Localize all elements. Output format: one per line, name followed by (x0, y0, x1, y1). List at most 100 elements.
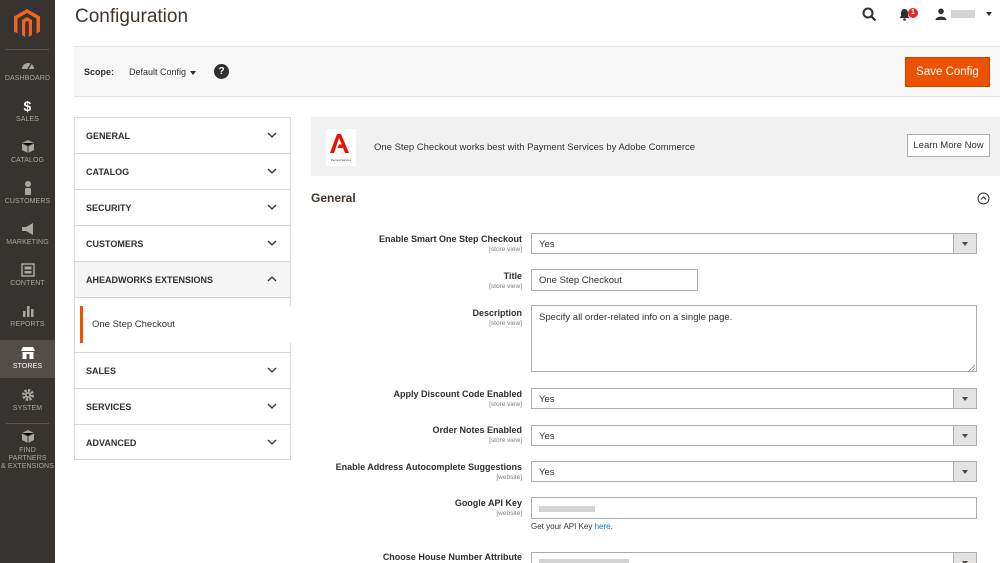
nav-catalog[interactable]: CATALOG (0, 139, 55, 171)
collapse-icon[interactable] (977, 192, 990, 205)
config-tabs: GENERAL CATALOG SECURITY CUSTOMERS AHEAD… (74, 117, 291, 460)
nav-label: STORES (12, 363, 43, 370)
chevron-up-icon (267, 276, 277, 282)
search-icon[interactable] (862, 7, 877, 22)
note-text: Get your API Key (531, 522, 593, 531)
chevron-down-icon (267, 403, 277, 409)
discount-code-select[interactable]: Yes (531, 388, 977, 409)
nav-customers[interactable]: CUSTOMERS (0, 180, 55, 212)
scope-switcher[interactable]: Default Config (129, 67, 186, 77)
dollar-icon: $ (23, 98, 32, 114)
nav-label-second-line: & EXTENSIONS (1, 463, 54, 470)
nav-marketing[interactable]: MARKETING (0, 221, 55, 253)
save-config-button[interactable]: Save Config (905, 57, 990, 87)
nav-label: DASHBOARD (4, 75, 51, 82)
nav-label: MARKETING (6, 239, 49, 246)
tab-advanced[interactable]: ADVANCED (74, 424, 291, 460)
section-title[interactable]: General (311, 191, 356, 205)
admin-sidebar: DASHBOARD $ SALES CATALOG CUSTOMERS MARK… (0, 0, 55, 563)
nav-dashboard[interactable]: DASHBOARD (0, 57, 55, 89)
field-label: Enable Smart One Step Checkout (378, 234, 522, 244)
tab-general[interactable]: GENERAL (74, 117, 291, 153)
tab-label: SERVICES (86, 402, 132, 412)
description-textarea[interactable]: Specify all order-related info on a sing… (531, 305, 977, 372)
page-actions-bar: Scope: Default Config ? Save Config (74, 46, 1000, 97)
chevron-down-icon (953, 389, 976, 408)
payment-services-banner: Payment Services One Step Checkout works… (311, 117, 1000, 176)
nav-reports[interactable]: REPORTS (0, 303, 55, 335)
tab-label: CUSTOMERS (86, 239, 144, 249)
google-api-key-input[interactable] (531, 497, 977, 519)
tab-label: CATALOG (86, 167, 130, 177)
cube-icon (21, 140, 34, 153)
notification-badge[interactable]: 1 (908, 8, 918, 18)
person-icon (24, 181, 31, 195)
chevron-down-icon[interactable] (986, 12, 992, 17)
banner-text: One Step Checkout works best with Paymen… (374, 142, 696, 153)
chevron-down-icon[interactable] (190, 71, 196, 75)
subtab-one-step-checkout[interactable]: One Step Checkout (80, 306, 291, 343)
nav-label: CUSTOMERS (4, 198, 51, 205)
tab-services[interactable]: SERVICES (74, 388, 291, 424)
tab-catalog[interactable]: CATALOG (74, 153, 291, 189)
magento-logo-icon[interactable] (12, 8, 42, 40)
nav-content[interactable]: CONTENT (0, 262, 55, 294)
api-key-link[interactable]: here (595, 522, 611, 531)
nav-stores[interactable]: STORES (0, 340, 55, 378)
title-input[interactable]: One Step Checkout (531, 269, 698, 291)
nav-sales[interactable]: $ SALES (0, 98, 55, 130)
field-label: Apply Discount Code Enabled (393, 389, 522, 399)
store-icon (20, 347, 35, 359)
tab-label: ADVANCED (86, 438, 137, 448)
field-label: Choose House Number Attribute (382, 552, 522, 562)
address-autocomplete-select[interactable]: Yes (531, 461, 977, 482)
field-scope: [store view] (489, 401, 522, 408)
chevron-down-icon (267, 439, 277, 445)
field-scope: [store view] (489, 437, 522, 444)
tab-label: GENERAL (86, 131, 131, 141)
select-value: Yes (539, 394, 555, 405)
field-scope: [website] (496, 474, 522, 481)
user-name-redacted[interactable] (951, 10, 975, 18)
nav-label: SALES (15, 116, 40, 123)
box-icon (21, 430, 34, 443)
field-scope: [website] (496, 510, 522, 517)
page-title: Configuration (75, 6, 189, 27)
nav-system[interactable]: SYSTEM (0, 387, 55, 419)
scope-label: Scope: (84, 67, 115, 77)
masked-value (539, 506, 595, 512)
tab-customers[interactable]: CUSTOMERS (74, 225, 291, 261)
masked-value (539, 559, 629, 563)
resize-handle-icon[interactable] (968, 364, 975, 371)
nav-label: REPORTS (10, 321, 45, 328)
chevron-down-icon (267, 132, 277, 138)
select-value: Yes (539, 431, 555, 442)
user-icon[interactable] (935, 8, 947, 20)
logo-caption: Payment Services (330, 159, 352, 162)
tab-sales[interactable]: SALES (74, 352, 291, 388)
subtab-label: One Step Checkout (92, 319, 175, 330)
tab-security[interactable]: SECURITY (74, 189, 291, 225)
enable-smart-checkout-select[interactable]: Yes (531, 233, 977, 254)
order-notes-select[interactable]: Yes (531, 425, 977, 446)
chevron-down-icon (267, 240, 277, 246)
help-icon[interactable]: ? (214, 64, 229, 79)
field-label: Order Notes Enabled (432, 425, 522, 435)
chevron-down-icon (267, 367, 277, 373)
nav-find-partners[interactable]: FIND PARTNERS & EXTENSIONS (0, 429, 55, 470)
tab-aheadworks-extensions[interactable]: AHEADWORKS EXTENSIONS (74, 261, 291, 297)
nav-label: CATALOG (10, 157, 45, 164)
nav-label: CONTENT (10, 280, 45, 287)
chevron-down-icon (953, 553, 976, 563)
chevron-down-icon (953, 234, 976, 253)
content-icon (20, 263, 35, 277)
api-key-note: Get your API Key here. (531, 522, 613, 531)
house-number-select[interactable] (531, 552, 977, 563)
gear-icon (21, 389, 34, 401)
field-scope: [store view] (489, 246, 522, 253)
chevron-down-icon (267, 168, 277, 174)
field-scope: [store view] (489, 283, 522, 290)
learn-more-button[interactable]: Learn More Now (907, 134, 990, 157)
select-value: Yes (539, 467, 555, 478)
nav-label: FIND PARTNERS (8, 447, 47, 462)
